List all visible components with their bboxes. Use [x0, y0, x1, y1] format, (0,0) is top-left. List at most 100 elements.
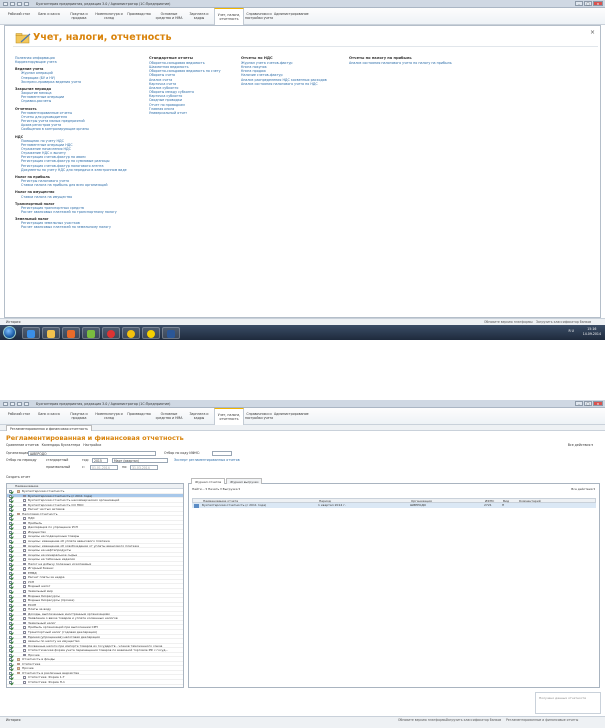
checkbox[interactable]	[9, 517, 12, 521]
minimize-button[interactable]: –	[575, 1, 583, 6]
checkbox[interactable]	[9, 571, 12, 575]
org-field[interactable]: ШВЕРОДО	[28, 451, 156, 456]
taskbar-word-icon[interactable]	[162, 326, 180, 339]
start-button[interactable]	[3, 326, 16, 339]
taskbar-yandex-icon[interactable]	[102, 326, 120, 339]
maximize-button[interactable]: □	[584, 1, 592, 6]
all-actions-button[interactable]: Все действия ▾	[568, 443, 593, 448]
back-icon[interactable]	[10, 402, 15, 406]
checkbox[interactable]	[9, 603, 12, 607]
checkbox[interactable]	[9, 530, 12, 534]
checkbox[interactable]	[9, 644, 12, 648]
taskbar-app-icon[interactable]	[82, 326, 100, 339]
checkbox[interactable]	[9, 649, 12, 653]
status-message[interactable]: Обновите версию платформы	[398, 717, 447, 724]
period-standard-radio[interactable]: стандартный	[46, 458, 68, 463]
section-items[interactable]: Номенклатура и склад	[94, 8, 124, 25]
checkbox[interactable]	[9, 621, 12, 625]
close-window-button[interactable]: ×	[593, 1, 603, 6]
section-items[interactable]: Номенклатура и склад	[94, 408, 124, 425]
period-arbitrary-radio[interactable]: произвольный	[46, 465, 70, 470]
checkbox[interactable]	[9, 499, 12, 503]
taskbar-ie-icon[interactable]	[22, 326, 40, 339]
status-message[interactable]: Регламентированные и финансовые отчеты	[506, 717, 578, 724]
section-production[interactable]: Производство	[124, 408, 154, 425]
checkbox[interactable]	[9, 580, 12, 584]
checkbox[interactable]	[9, 653, 12, 657]
tab-reports-journal[interactable]: Журнал отчетов	[191, 478, 226, 484]
checkbox[interactable]	[9, 680, 12, 684]
forward-icon[interactable]	[17, 402, 22, 406]
checkbox[interactable]	[9, 526, 12, 530]
checkbox[interactable]	[9, 585, 12, 589]
date-to-field[interactable]: 31.03.2014	[130, 465, 158, 470]
checkbox[interactable]	[9, 567, 12, 571]
taskbar-chrome-icon[interactable]	[122, 326, 140, 339]
history-button[interactable]: История	[6, 717, 20, 724]
checkbox[interactable]	[9, 599, 12, 603]
checkbox[interactable]	[9, 590, 12, 594]
nav-link[interactable]: Ставки налога на имущество	[15, 195, 145, 199]
checkbox[interactable]	[9, 662, 12, 666]
checkbox[interactable]	[9, 676, 12, 680]
section-accounting[interactable]: Учет, налоги, отчетность	[214, 408, 244, 425]
checkbox[interactable]	[9, 658, 12, 662]
report-link[interactable]: Анализ состояния налогового учета по НДС	[241, 82, 345, 86]
close-icon[interactable]: ×	[590, 29, 595, 36]
section-assets[interactable]: Основные средства и НМА	[154, 8, 184, 25]
checkbox[interactable]	[9, 640, 12, 644]
nav-link[interactable]: Экспресс-проверка ведения учета	[15, 80, 145, 84]
maximize-button[interactable]: □	[584, 401, 592, 406]
taskbar-clock[interactable]: 15:16 14.09.2014	[583, 327, 601, 336]
section-bank[interactable]: Банк и касса	[34, 8, 64, 25]
section-desktop[interactable]: Рабочий стол	[4, 8, 34, 25]
status-message[interactable]: Загрузить классификатор банков	[446, 717, 501, 724]
nav-link[interactable]: Корректирующие учета	[15, 60, 145, 64]
section-desktop[interactable]: Рабочий стол	[4, 408, 34, 425]
checkbox[interactable]	[9, 558, 12, 562]
taskbar-media-icon[interactable]	[62, 326, 80, 339]
checkbox[interactable]	[9, 540, 12, 544]
notification-popup[interactable]: Получено данных отчетности	[535, 692, 601, 714]
nav-link[interactable]: Расчет авансовых платежей по транспортно…	[15, 210, 145, 214]
tab-export-journal[interactable]: Журнал выгрузки	[226, 478, 263, 484]
checkbox[interactable]	[9, 562, 12, 566]
nav-link[interactable]: Расчет авансовых платежей по земельному …	[15, 225, 145, 229]
minimize-button[interactable]: –	[575, 401, 583, 406]
compare-reports-button[interactable]: Сравнение отчетов	[6, 443, 39, 447]
section-payroll[interactable]: Зарплата и кадры	[184, 8, 214, 25]
nav-link[interactable]: Сообщения в контролирующие органы	[15, 127, 145, 131]
settings-button[interactable]: Настройки	[83, 443, 101, 447]
taskbar-explorer-icon[interactable]	[42, 326, 60, 339]
section-catalogs[interactable]: Справочники и настройки учета	[244, 8, 274, 25]
checkbox[interactable]	[9, 671, 12, 675]
checkbox[interactable]	[9, 594, 12, 598]
checkbox[interactable]	[9, 521, 12, 525]
section-catalogs[interactable]: Справочники и настройки учета	[244, 408, 274, 425]
section-payroll[interactable]: Зарплата и кадры	[184, 408, 214, 425]
nav-link[interactable]: Документы по учету НДС для передачи в эл…	[15, 168, 145, 172]
section-purchases[interactable]: Покупка и продажа	[64, 8, 94, 25]
section-bank[interactable]: Банк и касса	[34, 408, 64, 425]
section-purchases[interactable]: Покупка и продажа	[64, 408, 94, 425]
create-report-button[interactable]: Создать отчет	[6, 475, 30, 480]
ifns-filter-checkbox[interactable]: Отбор по коду ИФНС:	[164, 451, 200, 456]
nav-link[interactable]: Справки-расчеты	[15, 99, 145, 103]
checkbox[interactable]	[9, 544, 12, 548]
calendar-button[interactable]: Календарь бухгалтера	[42, 443, 81, 447]
checkbox[interactable]	[9, 490, 12, 493]
star-icon[interactable]	[24, 2, 29, 6]
report-link[interactable]: Анализ состояния налогового учета по нал…	[349, 61, 489, 65]
journal-all-actions[interactable]: Все действия ▾	[571, 487, 595, 492]
date-from-field[interactable]: 01.01.2014	[90, 465, 118, 470]
checkbox[interactable]	[9, 608, 12, 612]
back-icon[interactable]	[10, 2, 15, 6]
month-select[interactable]: Март (квартал)	[112, 458, 168, 463]
year-field[interactable]: 2015	[92, 458, 108, 463]
checkbox[interactable]	[9, 508, 12, 512]
checkbox[interactable]	[9, 617, 12, 621]
checkbox[interactable]	[9, 630, 12, 634]
app-icon[interactable]	[3, 2, 8, 6]
checkbox[interactable]	[9, 667, 12, 671]
section-production[interactable]: Производство	[124, 8, 154, 25]
